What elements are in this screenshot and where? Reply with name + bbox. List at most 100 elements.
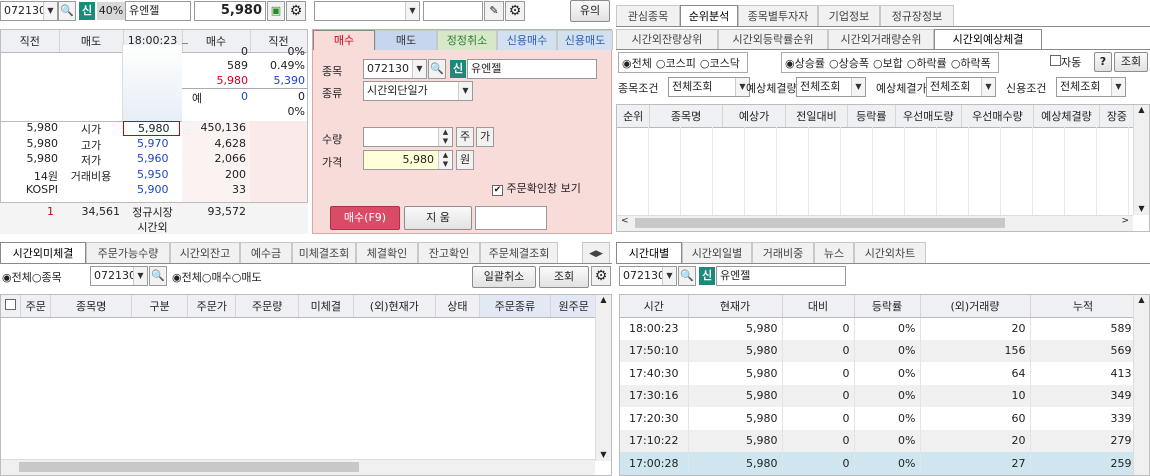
chevron-down-icon[interactable]: ▼ (662, 267, 676, 285)
tab-4[interactable]: 정규장정보 (880, 5, 954, 27)
chevron-down-icon[interactable]: ▼ (43, 2, 57, 20)
condition-select[interactable]: 전체조회 ▼ (796, 77, 866, 97)
chevron-down-icon[interactable]: ▼ (851, 78, 865, 96)
stepper-icon[interactable]: ▲ ▼ (438, 128, 452, 146)
subtab-2[interactable]: 시간외거래량순위 (828, 29, 934, 49)
order-tab-0[interactable]: 매수 (313, 30, 375, 50)
qty-input[interactable]: ▲ ▼ (363, 127, 453, 147)
vertical-scrollbar[interactable]: ▲ ▼ (1133, 105, 1149, 215)
account-select[interactable]: ▼ (314, 1, 420, 21)
cancel-all-button[interactable]: 일괄취소 (472, 266, 536, 288)
time-tab-2[interactable]: 거래비중 (752, 242, 814, 264)
chevron-down-icon[interactable]: ▼ (458, 82, 472, 100)
chevron-down-icon[interactable]: ▼ (412, 60, 426, 78)
bottom-tab-7[interactable]: 주문체결조회 (480, 242, 558, 264)
caution-button[interactable]: 유의 (570, 0, 610, 22)
time-row[interactable]: 17:10:22 5,980 0 0% 20 279 (620, 429, 1137, 452)
search-button[interactable]: 🔍 (149, 266, 167, 286)
time-row[interactable]: 17:20:30 5,980 0 0% 60 339 (620, 407, 1137, 430)
bottom-tab-6[interactable]: 잔고확인 (418, 242, 480, 264)
bottom-tab-2[interactable]: 시간외잔고 (170, 242, 240, 264)
auto-checkbox[interactable]: 자동 (1050, 54, 1081, 70)
vertical-scrollbar[interactable]: ▲ (1133, 295, 1149, 475)
chevron-down-icon[interactable]: ▼ (981, 78, 995, 96)
subtab-1[interactable]: 시간외등락률순위 (718, 29, 828, 49)
market-radio[interactable]: ○코스피 (656, 57, 696, 70)
tab-scroll-arrows[interactable]: ◀▶ (582, 242, 610, 264)
inquiry-button[interactable]: 조회 (539, 266, 589, 288)
sort-radio[interactable]: ◉상승률 (785, 57, 825, 70)
time-tab-1[interactable]: 시간외일별 (682, 242, 752, 264)
side-radio[interactable]: ○매수 (202, 271, 232, 284)
side-radio[interactable]: ○매도 (232, 271, 262, 284)
gear-icon[interactable]: ⚙ (591, 266, 611, 286)
bottom-tab-1[interactable]: 주문가능수량 (86, 242, 170, 264)
stepper-icon[interactable]: ▲ ▼ (438, 151, 452, 169)
buy-submit-button[interactable]: 매수(F9) (330, 206, 400, 230)
time-tab-0[interactable]: 시간대별 (616, 242, 682, 264)
clear-button[interactable]: 지 움 (404, 206, 472, 230)
subtab-0[interactable]: 시간외잔량상위 (616, 29, 718, 49)
time-row[interactable]: 17:00:28 5,980 0 0% 27 259 (620, 452, 1137, 475)
order-tab-1[interactable]: 매도 (375, 30, 437, 50)
gear-icon[interactable]: ⚙ (286, 1, 306, 21)
time-code-input[interactable]: 072130 ▼ (619, 266, 677, 286)
won-button[interactable]: 원 (456, 150, 474, 170)
bottom-tab-4[interactable]: 미체결조회 (292, 242, 356, 264)
scope-radio[interactable]: ◉전체 (2, 271, 32, 284)
sort-radio[interactable]: ○하락률 (907, 57, 947, 70)
subtab-3[interactable]: 시간외예상체결 (934, 29, 1042, 49)
price-input[interactable]: 5,980 ▲ ▼ (363, 150, 453, 170)
order-code-input[interactable]: 072130 ▼ (363, 59, 427, 79)
scope-radio[interactable]: ○종목 (32, 271, 62, 284)
inquiry-button[interactable]: 조회 (1114, 52, 1148, 72)
horizontal-scrollbar[interactable] (1, 459, 595, 475)
bottom-tab-0[interactable]: 시간외미체결 (0, 242, 86, 264)
vertical-scrollbar[interactable]: ▲ ▼ (595, 295, 611, 461)
order-tab-2[interactable]: 정정취소 (437, 30, 497, 50)
condition-select[interactable]: 전체조회 ▼ (1056, 77, 1126, 97)
search-button[interactable]: 🔍 (428, 59, 446, 79)
order-note-field[interactable] (475, 206, 547, 230)
tab-1[interactable]: 순위분석 (680, 5, 738, 27)
chevron-down-icon[interactable]: ▼ (405, 2, 419, 20)
condition-select[interactable]: 전체조회 ▼ (926, 77, 996, 97)
available-button[interactable]: 가 (476, 127, 494, 147)
tab-3[interactable]: 기업정보 (818, 5, 880, 27)
horizontal-scrollbar[interactable]: < > (617, 215, 1133, 231)
stock-code-input[interactable]: 072130 ▼ (0, 1, 58, 21)
help-button[interactable]: ? (1094, 52, 1112, 72)
tab-2[interactable]: 종목별투자자 (738, 5, 818, 27)
save-icon[interactable]: ▣ (267, 1, 285, 21)
chevron-down-icon[interactable]: ▼ (133, 267, 147, 285)
time-tab-3[interactable]: 뉴스 (814, 242, 854, 264)
bottom-tab-5[interactable]: 체결확인 (356, 242, 418, 264)
sort-radio[interactable]: ○상승폭 (829, 57, 869, 70)
order-tab-3[interactable]: 신용매수 (497, 30, 557, 50)
unfilled-code-input[interactable]: 072130 ▼ (90, 266, 148, 286)
order-tab-4[interactable]: 신용매도 (557, 30, 613, 50)
unit-share-button[interactable]: 주 (456, 127, 474, 147)
order-type-select[interactable]: 시간외단일가 ▼ (363, 81, 473, 101)
time-row[interactable]: 18:00:23 5,980 0 0% 20 589 (620, 317, 1137, 340)
search-button[interactable]: 🔍 (58, 1, 76, 21)
search-button[interactable]: 🔍 (678, 266, 696, 286)
side-radio[interactable]: ◉전체 (172, 271, 202, 284)
tab-0[interactable]: 관심종목 (616, 5, 680, 27)
password-input[interactable] (423, 1, 483, 21)
time-tab-4[interactable]: 시간외차트 (854, 242, 926, 264)
select-all-checkbox[interactable] (1, 295, 22, 318)
edit-icon[interactable]: ✎ (484, 1, 504, 21)
sort-radio[interactable]: ○하락폭 (951, 57, 991, 70)
confirm-checkbox[interactable]: ✔ 주문확인창 보기 (492, 180, 581, 196)
time-row[interactable]: 17:50:10 5,980 0 0% 156 569 (620, 339, 1137, 362)
time-row[interactable]: 17:40:30 5,980 0 0% 64 413 (620, 362, 1137, 385)
condition-select[interactable]: 전체조회 ▼ (668, 77, 750, 97)
market-radio[interactable]: ○코스닥 (700, 57, 740, 70)
gear-icon[interactable]: ⚙ (505, 1, 525, 21)
sort-radio[interactable]: ○보합 (873, 57, 903, 70)
chevron-down-icon[interactable]: ▼ (1111, 78, 1125, 96)
time-row[interactable]: 17:30:16 5,980 0 0% 10 349 (620, 384, 1137, 407)
bottom-tab-3[interactable]: 예수금 (240, 242, 292, 264)
market-radio[interactable]: ◉전체 (622, 57, 652, 70)
